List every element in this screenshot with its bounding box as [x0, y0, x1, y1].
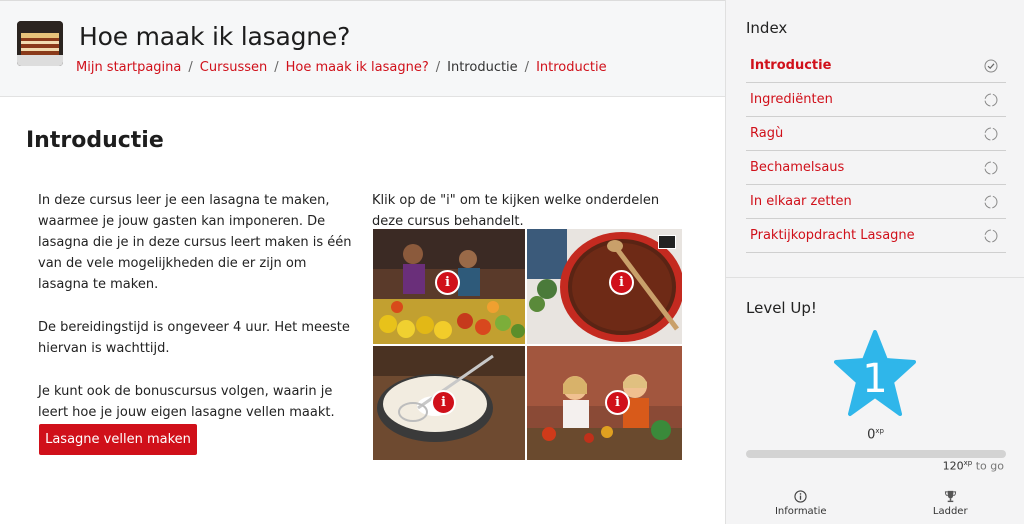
course-header: Hoe maak ik lasagne? Mijn startpagina / … [0, 0, 725, 97]
breadcrumb: Mijn startpagina / Cursussen / Hoe maak … [76, 60, 607, 75]
index-item-bechamelsaus[interactable]: Bechamelsaus [746, 151, 1006, 185]
index-item-in-elkaar-zetten[interactable]: In elkaar zetten [746, 185, 1006, 219]
xp-goal-suffix: to go [975, 459, 1004, 473]
market-image: i [373, 229, 525, 344]
info-icon [794, 490, 807, 503]
info-button[interactable]: i [435, 270, 460, 295]
page-title: Introductie [26, 128, 164, 153]
video-icon [658, 235, 676, 249]
course-thumbnail [17, 21, 63, 66]
xp-progress-bar [746, 450, 1006, 458]
index-heading: Index [746, 19, 788, 37]
intro-paragraph: De bereidingstijd is ongeveer 4 uur. Het… [38, 320, 350, 356]
bonus-course-button[interactable]: Lasagne vellen maken [39, 424, 197, 455]
index-item-ragu[interactable]: Ragù [746, 117, 1006, 151]
level-number: 1 [862, 356, 887, 402]
info-button[interactable]: i [431, 390, 456, 415]
breadcrumb-separator: / [524, 60, 530, 75]
xp-current: 0xp [726, 427, 1024, 442]
index-item-label: Praktijkopdracht Lasagne [750, 228, 915, 243]
index-item-ingredienten[interactable]: Ingrediënten [746, 83, 1006, 117]
bechamel-image: i [373, 346, 525, 460]
breadcrumb-course-link[interactable]: Hoe maak ik lasagne? [286, 60, 429, 75]
index-item-label: In elkaar zetten [750, 194, 852, 209]
levelup-heading: Level Up! [746, 299, 817, 317]
pending-circle-icon [984, 195, 998, 208]
pending-circle-icon [984, 229, 998, 242]
main-content: Introductie In deze cursus leer je een l… [0, 98, 725, 524]
xp-goal-value: 120 [942, 459, 964, 473]
breadcrumb-page-link[interactable]: Introductie [536, 60, 607, 75]
index-item-label: Ingrediënten [750, 92, 833, 107]
info-button[interactable]: i [609, 270, 634, 295]
xp-unit: xp [875, 427, 884, 435]
pending-circle-icon [984, 127, 998, 140]
index-item-label: Ragù [750, 126, 784, 141]
index-item-label: Introductie [750, 58, 832, 73]
breadcrumb-separator: / [274, 60, 279, 75]
sidebar: Index Introductie Ingrediënten Ragù Bech… [725, 0, 1024, 524]
xp-unit: xp [963, 459, 973, 467]
click-hint-text: Klik op de "i" om te kijken welke onderd… [372, 193, 660, 229]
sidebar-tabs: Informatie Ladder [726, 488, 1024, 524]
ragu-image: i [527, 229, 682, 344]
breadcrumb-separator: / [188, 60, 193, 75]
tab-informatie[interactable]: Informatie [726, 488, 876, 524]
tab-label: Ladder [932, 506, 968, 517]
intro-paragraph: Je kunt ook de bonuscursus volgen, waari… [38, 384, 335, 420]
completed-check-icon [984, 59, 998, 72]
info-button[interactable]: i [605, 390, 630, 415]
tab-label: Informatie [774, 506, 827, 517]
breadcrumb-courses-link[interactable]: Cursussen [200, 60, 267, 75]
index-list: Introductie Ingrediënten Ragù Bechamelsa… [746, 49, 1006, 253]
level-star-icon: 1 [834, 330, 916, 416]
intro-text: In deze cursus leer je een lasagna te ma… [38, 190, 358, 423]
xp-goal: 120xp to go [943, 459, 1004, 473]
topic-image-grid: i i i i [373, 229, 682, 460]
course-title: Hoe maak ik lasagne? [79, 22, 351, 51]
index-item-introductie[interactable]: Introductie [746, 49, 1006, 83]
kitchen-kids-image: i [527, 346, 682, 460]
breadcrumb-section: Introductie [447, 60, 518, 75]
pending-circle-icon [984, 93, 998, 106]
trophy-icon [944, 490, 956, 503]
sidebar-divider [726, 277, 1024, 278]
index-item-label: Bechamelsaus [750, 160, 845, 175]
breadcrumb-separator: / [435, 60, 441, 75]
breadcrumb-home-link[interactable]: Mijn startpagina [76, 60, 181, 75]
intro-paragraph: In deze cursus leer je een lasagna te ma… [38, 193, 352, 292]
tab-ladder[interactable]: Ladder [876, 488, 1024, 524]
index-item-praktijkopdracht[interactable]: Praktijkopdracht Lasagne [746, 219, 1006, 253]
pending-circle-icon [984, 161, 998, 174]
